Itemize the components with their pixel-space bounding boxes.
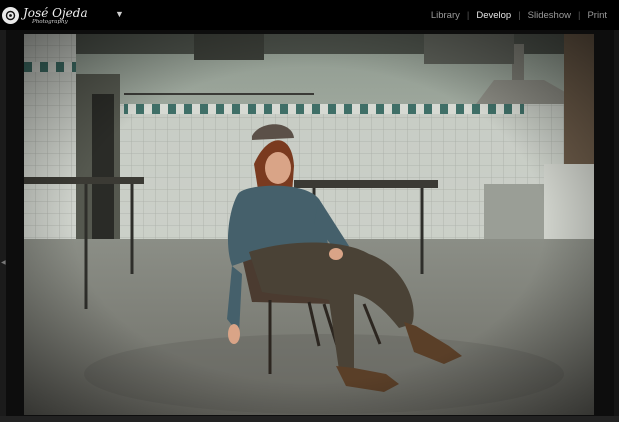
right-panel-collapsed[interactable] bbox=[614, 30, 619, 422]
identity-plate-subtitle: Photography bbox=[32, 19, 68, 25]
top-panel: José Ojeda Photography ▼ Library | Devel… bbox=[0, 0, 619, 30]
triangle-left-icon[interactable]: ◀ bbox=[1, 259, 6, 266]
identity-plate-name: José Ojeda bbox=[23, 5, 88, 20]
lightroom-window: José Ojeda Photography ▼ Library | Devel… bbox=[0, 0, 619, 422]
photo-image bbox=[24, 34, 594, 415]
module-separator: | bbox=[577, 9, 581, 21]
module-separator: | bbox=[466, 9, 470, 21]
module-picker: Library | Develop | Slideshow | Print bbox=[431, 0, 607, 30]
module-separator: | bbox=[518, 9, 521, 21]
identity-plate[interactable]: José Ojeda Photography bbox=[2, 2, 88, 28]
module-print[interactable]: Print bbox=[587, 10, 607, 21]
filmstrip-collapsed[interactable] bbox=[0, 416, 619, 422]
chevron-down-icon[interactable]: ▼ bbox=[115, 9, 124, 19]
left-panel-collapsed[interactable]: ◀ bbox=[0, 30, 6, 422]
module-library[interactable]: Library bbox=[431, 10, 460, 21]
photo-preview[interactable] bbox=[24, 34, 594, 415]
module-slideshow[interactable]: Slideshow bbox=[528, 10, 571, 21]
module-develop[interactable]: Develop bbox=[476, 10, 511, 21]
camera-logo-icon bbox=[2, 6, 19, 24]
